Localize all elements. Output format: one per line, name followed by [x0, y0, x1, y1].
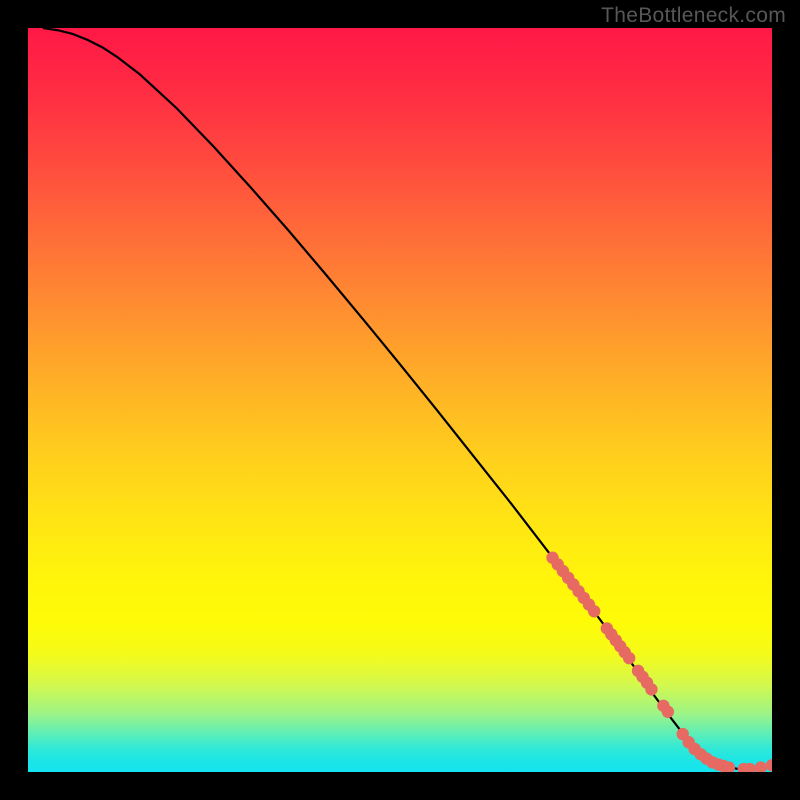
data-point [623, 652, 635, 664]
data-markers [546, 552, 772, 772]
data-point [766, 759, 772, 771]
data-point [755, 761, 767, 772]
chart-area [28, 28, 772, 772]
bottleneck-curve [43, 28, 772, 770]
data-point [662, 706, 674, 718]
watermark-text: TheBottleneck.com [601, 4, 786, 28]
data-point [588, 605, 600, 617]
chart-svg [28, 28, 772, 772]
data-point [645, 683, 657, 695]
